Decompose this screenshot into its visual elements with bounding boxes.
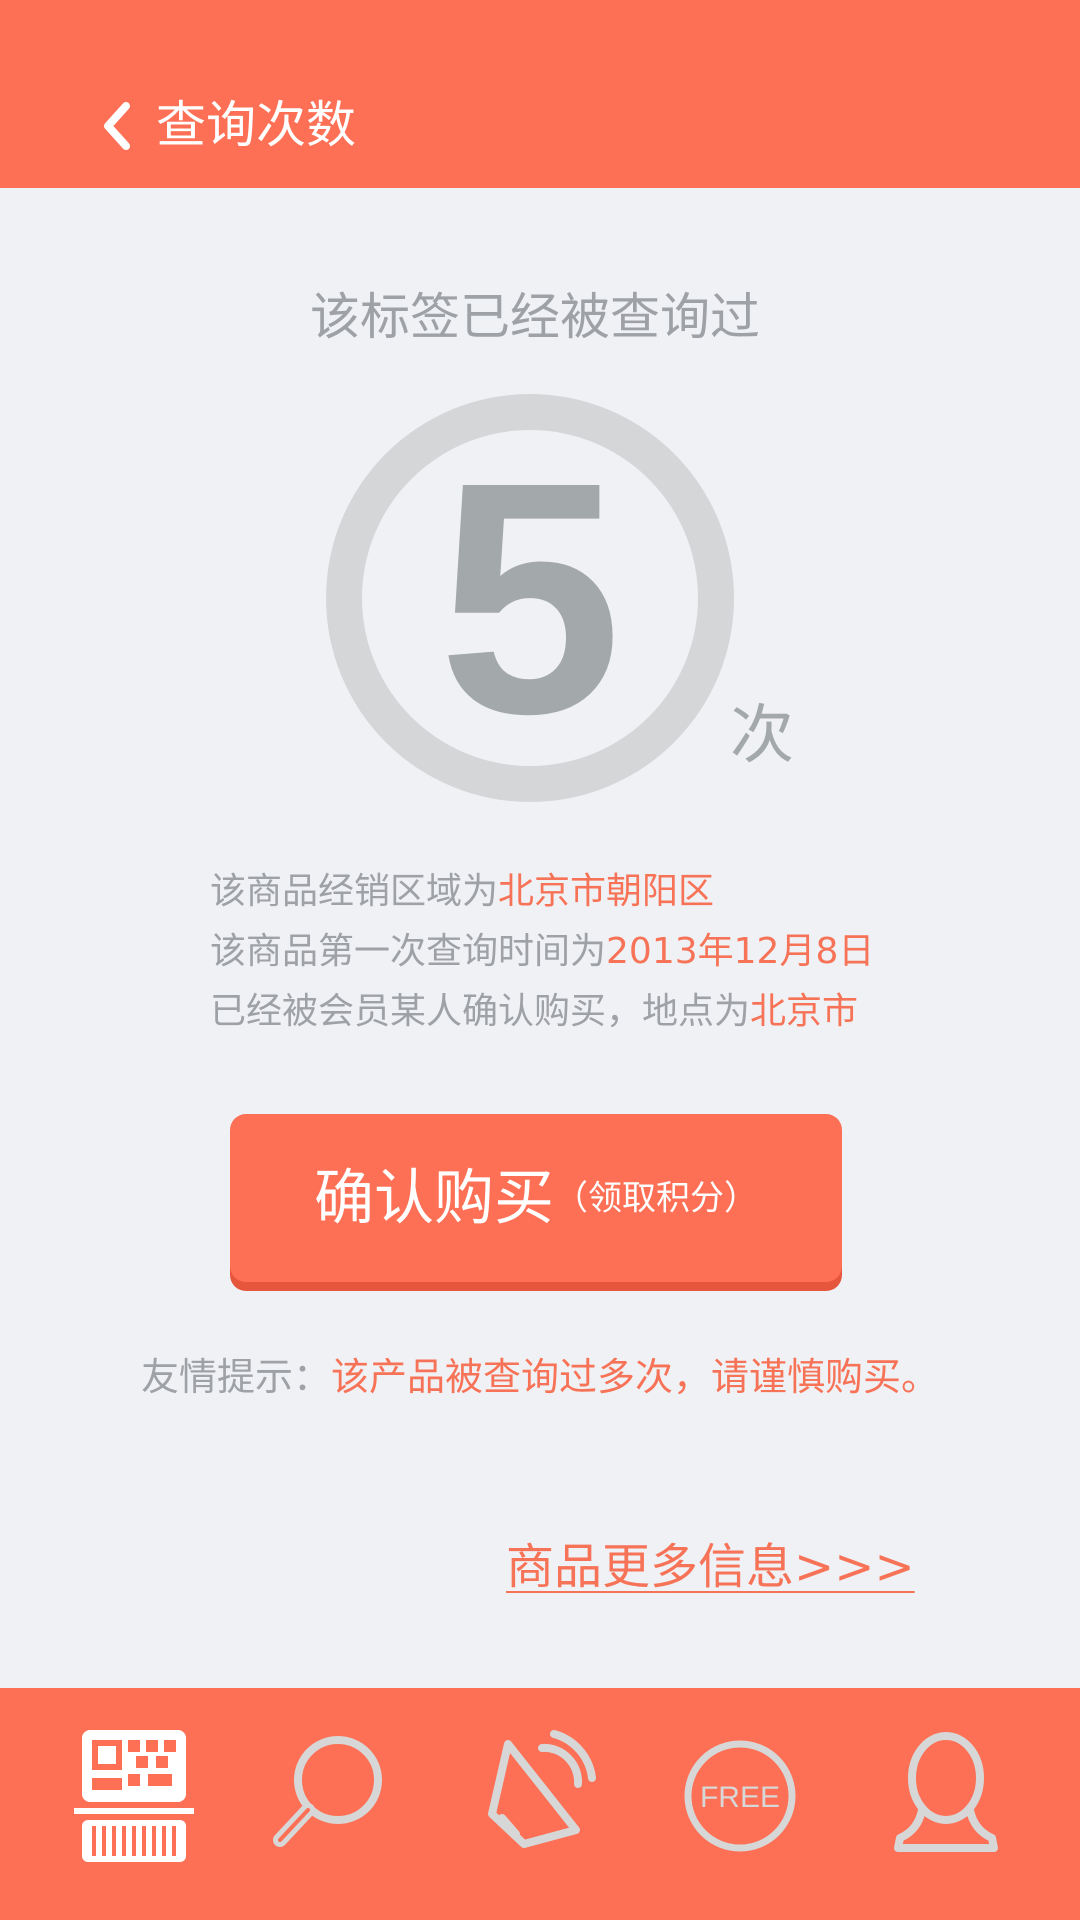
tab-profile[interactable] [876,1726,1016,1866]
region-value: 北京市朝阳区 [498,871,715,912]
product-info: 该商品经销区域为北京市朝阳区 该商品第一次查询时间为2013年12月8日 已经被… [210,862,1030,1042]
tab-promotions[interactable] [468,1726,608,1866]
query-subtitle: 该标签已经被查询过 [310,288,760,346]
tip-label: 友情提示： [140,1355,331,1399]
back-button[interactable] [96,90,136,162]
friendly-tip: 友情提示：该产品被查询过多次，请谨慎购买。 [0,1352,1080,1402]
query-count: 5 [438,413,622,782]
header-bar: 查询次数 [0,0,1080,188]
query-count-unit: 次 [730,699,794,773]
purchase-line: 已经被会员某人确认购买，地点为北京市 [210,982,1030,1042]
confirm-purchase-label: 确认购买 [314,1163,554,1234]
page-title: 查询次数 [156,96,356,154]
confirm-purchase-sublabel: （领取积分） [554,1178,758,1219]
first-query-value: 2013年12月8日 [606,931,875,972]
qr-barcode-icon [74,1730,194,1862]
first-query-label: 该商品第一次查询时间为 [210,931,607,972]
tip-message: 该产品被查询过多次，请谨慎购买。 [331,1355,940,1399]
search-icon [273,1736,382,1847]
bottom-tab-bar: FREE [0,1688,1080,1920]
user-icon [894,1732,998,1852]
tab-scan[interactable] [64,1726,204,1866]
more-info-link[interactable]: 商品更多信息>>> [506,1536,915,1598]
tab-free[interactable]: FREE [670,1726,810,1866]
first-query-line: 该商品第一次查询时间为2013年12月8日 [210,922,1030,982]
free-icon-label: FREE [700,1781,780,1814]
confirm-purchase-button[interactable]: 确认购买（领取积分） [230,1114,842,1282]
free-icon: FREE [684,1740,796,1852]
region-label: 该商品经销区域为 [210,871,499,912]
megaphone-icon [488,1730,596,1848]
chevron-left-icon [104,102,130,150]
tab-search[interactable] [258,1726,398,1866]
purchase-label: 已经被会员某人确认购买，地点为 [210,991,751,1032]
region-line: 该商品经销区域为北京市朝阳区 [210,862,1030,922]
purchase-location-value: 北京市 [750,991,859,1032]
